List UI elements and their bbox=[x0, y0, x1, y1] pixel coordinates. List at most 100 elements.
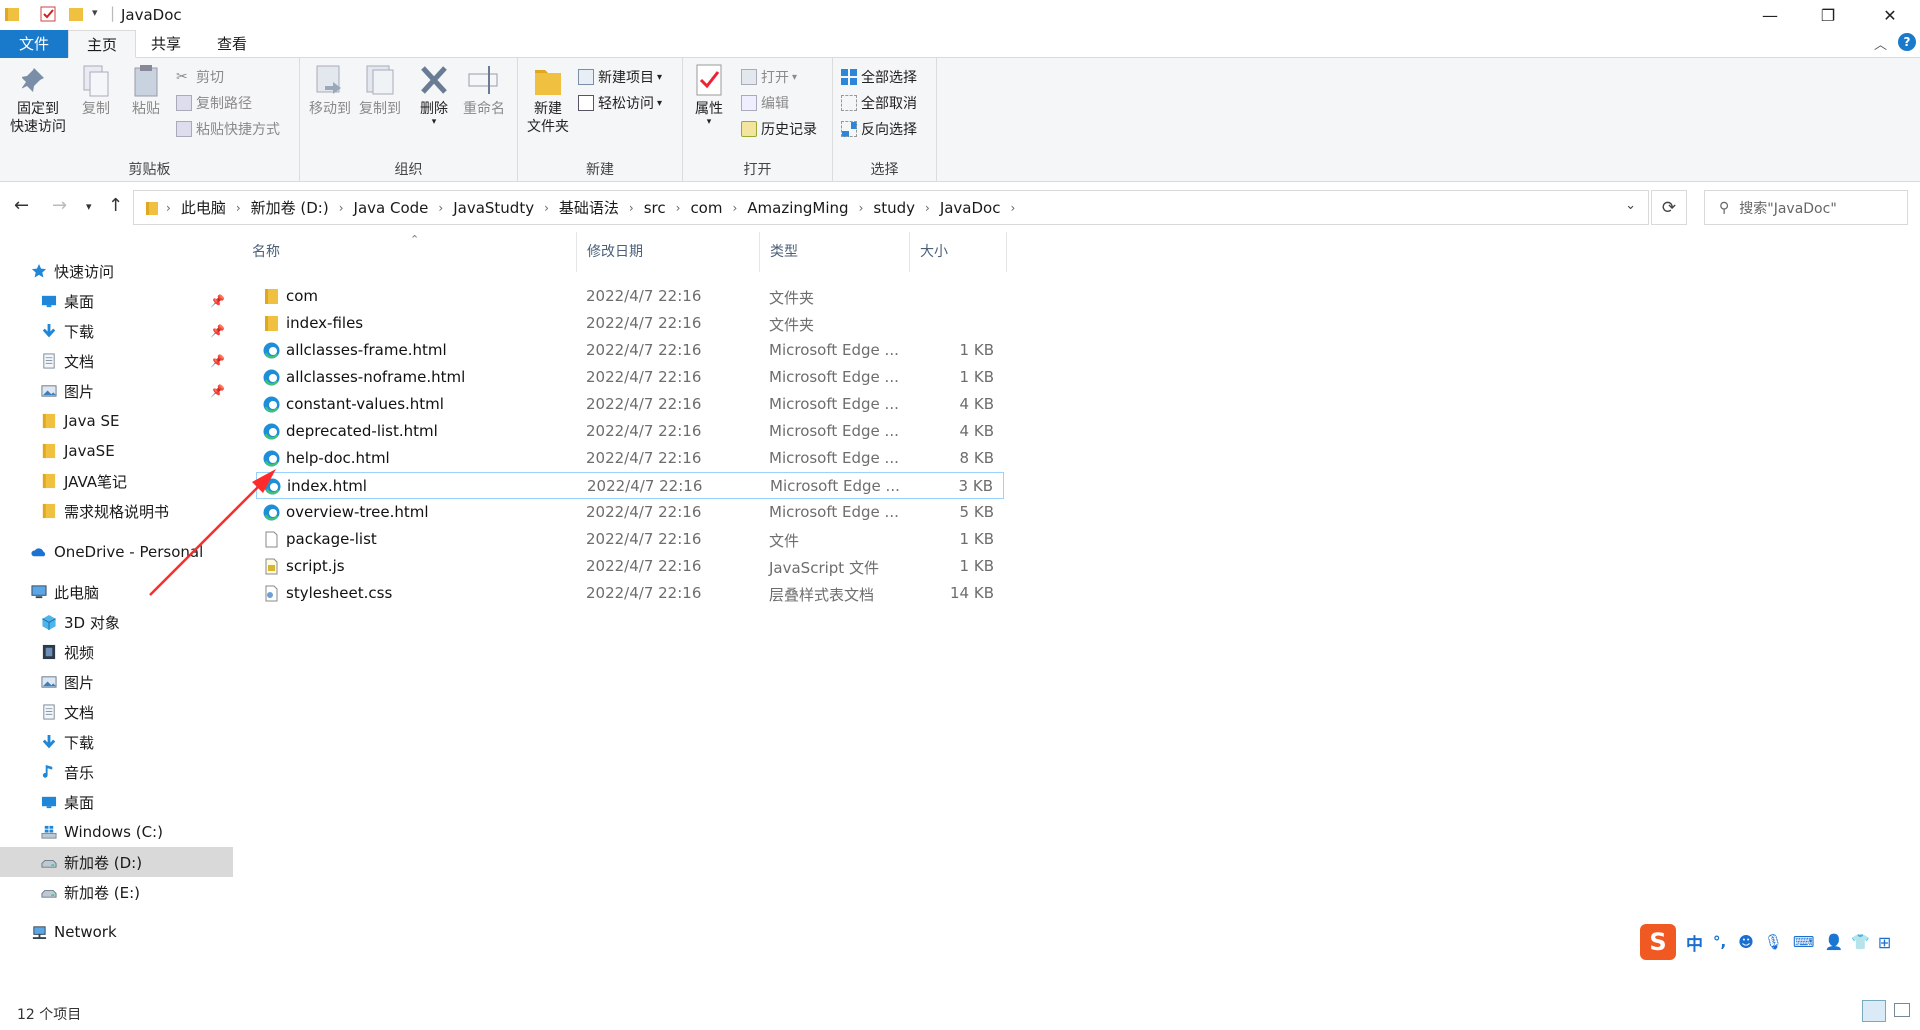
file-row[interactable]: index-files 2022/4/7 22:16 文件夹 bbox=[256, 310, 1004, 337]
tab-view[interactable]: 查看 bbox=[202, 30, 262, 58]
back-arrow-icon[interactable]: ← bbox=[14, 195, 29, 216]
help-icon[interactable]: ? bbox=[1898, 33, 1916, 51]
breadcrumb-separator-icon[interactable]: › bbox=[853, 201, 870, 215]
breadcrumb-separator-icon[interactable]: › bbox=[538, 201, 555, 215]
pin-icon[interactable]: 📌 bbox=[210, 324, 225, 338]
history-button[interactable]: 历史记录 bbox=[741, 118, 817, 140]
emoji-icon[interactable]: ☻ bbox=[1738, 933, 1754, 951]
sidebar-item-quick[interactable]: Java SE bbox=[0, 406, 233, 436]
file-row[interactable]: stylesheet.css 2022/4/7 22:16 层叠样式表文档 14 KB bbox=[256, 580, 1004, 607]
move-to-button[interactable]: 移动到 bbox=[306, 62, 354, 118]
ime-language-toggle[interactable]: 中 bbox=[1686, 930, 1703, 955]
breadcrumb-item[interactable]: 此电脑 bbox=[177, 197, 230, 218]
address-bar[interactable]: › 此电脑 › 新加卷 (D:) › Java Code › JavaStudty › … bbox=[133, 190, 1649, 225]
pin-icon[interactable]: 📌 bbox=[210, 354, 225, 368]
sidebar-item-pc[interactable]: 桌面 bbox=[0, 787, 233, 817]
tab-share[interactable]: 共享 bbox=[136, 30, 196, 58]
file-row[interactable]: constant-values.html 2022/4/7 22:16 Micros… bbox=[256, 391, 1004, 418]
copy-to-button[interactable]: 复制到 bbox=[356, 62, 404, 118]
breadcrumb-separator-icon[interactable]: › bbox=[670, 201, 687, 215]
collapse-ribbon-icon[interactable]: ︿ bbox=[1874, 34, 1887, 53]
sidebar-item-quick[interactable]: 文档 📌 bbox=[0, 346, 233, 376]
invert-selection-button[interactable]: 反向选择 bbox=[841, 118, 917, 140]
cut-button[interactable]: ✂ 剪切 bbox=[176, 66, 224, 88]
tab-file[interactable]: 文件 bbox=[0, 30, 68, 58]
recent-locations-dropdown-icon[interactable]: ▾ bbox=[86, 200, 92, 213]
breadcrumb-separator-icon[interactable]: › bbox=[1004, 201, 1021, 215]
breadcrumb-separator-icon[interactable]: › bbox=[333, 201, 350, 215]
new-folder-icon[interactable] bbox=[68, 5, 84, 23]
file-row[interactable]: allclasses-noframe.html 2022/4/7 22:16 Mic… bbox=[256, 364, 1004, 391]
sidebar-item-pc[interactable]: 图片 bbox=[0, 667, 233, 697]
skin-icon[interactable]: 👕 bbox=[1851, 933, 1870, 951]
properties-check-icon[interactable] bbox=[40, 5, 56, 23]
microphone-icon[interactable]: 🎙 bbox=[1764, 933, 1783, 951]
sidebar-item-quick[interactable]: 桌面 📌 bbox=[0, 286, 233, 316]
rename-button[interactable]: 重命名 bbox=[460, 62, 508, 118]
breadcrumb-item[interactable]: JavaDoc bbox=[936, 199, 1005, 217]
sidebar-item-pc[interactable]: 新加卷 (E:) bbox=[0, 877, 233, 907]
breadcrumb-item[interactable]: AmazingMing bbox=[743, 199, 852, 217]
breadcrumb-item[interactable]: com bbox=[686, 199, 726, 217]
sidebar-item-network[interactable]: Network bbox=[0, 917, 233, 947]
select-none-button[interactable]: 全部取消 bbox=[841, 92, 917, 114]
column-header-date[interactable]: 修改日期 bbox=[577, 232, 760, 272]
pin-quick-access-button[interactable]: 固定到 快速访问 bbox=[6, 62, 70, 136]
address-history-dropdown-icon[interactable]: ⌄ bbox=[1625, 198, 1636, 213]
up-arrow-icon[interactable]: ↑ bbox=[108, 195, 123, 216]
file-row[interactable]: deprecated-list.html 2022/4/7 22:16 Micros… bbox=[256, 418, 1004, 445]
paste-shortcut-button[interactable]: 粘贴快捷方式 bbox=[176, 118, 280, 140]
sidebar-item-pc[interactable]: 3D 对象 bbox=[0, 607, 233, 637]
edit-button[interactable]: 编辑 bbox=[741, 92, 789, 114]
pin-icon[interactable]: 📌 bbox=[210, 294, 225, 308]
punctuation-icon[interactable]: °, bbox=[1713, 933, 1726, 951]
file-row[interactable]: allclasses-frame.html 2022/4/7 22:16 Micro… bbox=[256, 337, 1004, 364]
large-icons-view-icon[interactable] bbox=[1894, 1003, 1910, 1017]
breadcrumb-item[interactable]: 新加卷 (D:) bbox=[247, 197, 333, 218]
sidebar-item-quick-access[interactable]: 快速访问 bbox=[0, 256, 233, 286]
easy-access-button[interactable]: 轻松访问 ▾ bbox=[578, 92, 662, 114]
search-box[interactable]: ⚲ 搜索"JavaDoc" bbox=[1704, 190, 1908, 225]
tab-home[interactable]: 主页 bbox=[68, 30, 136, 58]
sogou-logo-icon[interactable]: S bbox=[1640, 924, 1676, 960]
file-row[interactable]: overview-tree.html 2022/4/7 22:16 Microsof… bbox=[256, 499, 1004, 526]
sidebar-item-quick[interactable]: 图片 📌 bbox=[0, 376, 233, 406]
new-item-button[interactable]: 新建项目 ▾ bbox=[578, 66, 662, 88]
keyboard-icon[interactable]: ⌨ bbox=[1793, 933, 1815, 951]
breadcrumb-separator-icon[interactable]: › bbox=[230, 201, 247, 215]
column-header-name[interactable]: 名称 ⌃ bbox=[242, 232, 577, 272]
breadcrumb-separator-icon[interactable]: › bbox=[726, 201, 743, 215]
breadcrumb-item[interactable]: Java Code bbox=[350, 199, 433, 217]
breadcrumb-item[interactable]: study bbox=[869, 199, 919, 217]
breadcrumb-separator-icon[interactable]: › bbox=[623, 201, 640, 215]
column-header-size[interactable]: 大小 bbox=[910, 232, 1007, 272]
sidebar-item-pc[interactable]: 新加卷 (D:) bbox=[0, 847, 233, 877]
select-all-button[interactable]: 全部选择 bbox=[841, 66, 917, 88]
sidebar-item-pc[interactable]: 下载 bbox=[0, 727, 233, 757]
properties-button[interactable]: 属性 ▾ bbox=[689, 62, 729, 127]
file-row[interactable]: script.js 2022/4/7 22:16 JavaScript 文件 1 KB bbox=[256, 553, 1004, 580]
file-row[interactable]: help-doc.html 2022/4/7 22:16 Microsoft Edg… bbox=[256, 445, 1004, 472]
sidebar-item-pc[interactable]: 视频 bbox=[0, 637, 233, 667]
copy-button[interactable]: 复制 bbox=[76, 62, 116, 118]
sidebar-item-pc[interactable]: 文档 bbox=[0, 697, 233, 727]
breadcrumb-item[interactable]: 基础语法 bbox=[555, 197, 623, 218]
sidebar-item-pc[interactable]: 音乐 bbox=[0, 757, 233, 787]
quick-access-dropdown-icon[interactable]: ▾ bbox=[92, 6, 98, 19]
pin-icon[interactable]: 📌 bbox=[210, 384, 225, 398]
breadcrumb-item[interactable]: JavaStudty bbox=[449, 199, 538, 217]
copy-path-button[interactable]: 复制路径 bbox=[176, 92, 252, 114]
breadcrumb-separator-icon[interactable]: › bbox=[919, 201, 936, 215]
new-folder-button[interactable]: 新建 文件夹 bbox=[524, 62, 572, 136]
file-row[interactable]: index.html 2022/4/7 22:16 Microsoft Edge .… bbox=[256, 472, 1004, 499]
forward-arrow-icon[interactable]: → bbox=[52, 195, 67, 216]
delete-button[interactable]: 删除 ▾ bbox=[414, 62, 454, 127]
sidebar-item-pc[interactable]: Windows (C:) bbox=[0, 817, 233, 847]
breadcrumb-separator-icon[interactable]: › bbox=[432, 201, 449, 215]
file-row[interactable]: com 2022/4/7 22:16 文件夹 bbox=[256, 283, 1004, 310]
minimize-button[interactable]: — bbox=[1742, 0, 1798, 30]
sidebar-item-quick[interactable]: 下载 📌 bbox=[0, 316, 233, 346]
file-row[interactable]: package-list 2022/4/7 22:16 文件 1 KB bbox=[256, 526, 1004, 553]
breadcrumb-item[interactable]: src bbox=[640, 199, 670, 217]
paste-button[interactable]: 粘贴 bbox=[126, 62, 166, 118]
